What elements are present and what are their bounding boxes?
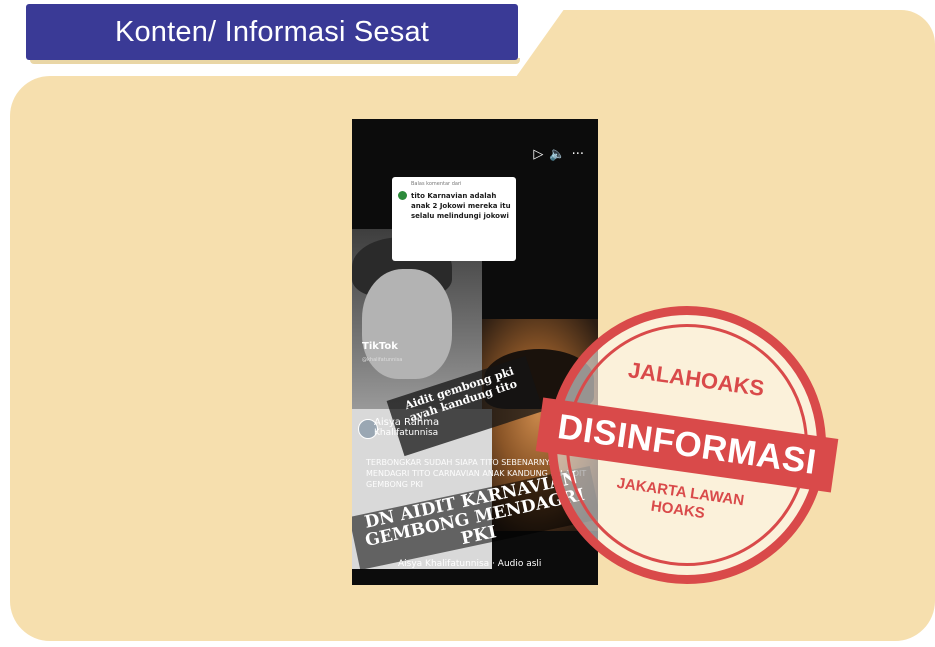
comment-meta: Balas komentar dari [411,181,462,187]
tiktok-watermark: TikTok [362,341,398,352]
disinformation-stamp: JALAHOAKS DISINFORMASI JAKARTA LAWAN HOA… [530,288,844,602]
tiktok-handle: @khalifatunnisa [362,357,403,363]
video-controls: ▷ 🔈 ··· [533,147,584,162]
page-title: Konten/ Informasi Sesat [26,4,518,60]
comment-text: tito Karnavian adalah anak 2 Jokowi mere… [411,192,511,220]
more-icon: ··· [571,147,584,162]
volume-icon: 🔈 [549,147,566,162]
user-sub: Khalifatunnisa [374,428,439,438]
user-name: Aisya Rahma [374,417,440,428]
audio-label: Aisya Khalifatunnisa · Audio asli [398,559,542,569]
reply-comment-card: Balas komentar dari tito Karnavian adala… [392,177,516,261]
play-icon: ▷ [533,147,544,162]
user-info: Aisya Rahma Khalifatunnisa [374,417,439,438]
comment-avatar [398,191,407,200]
